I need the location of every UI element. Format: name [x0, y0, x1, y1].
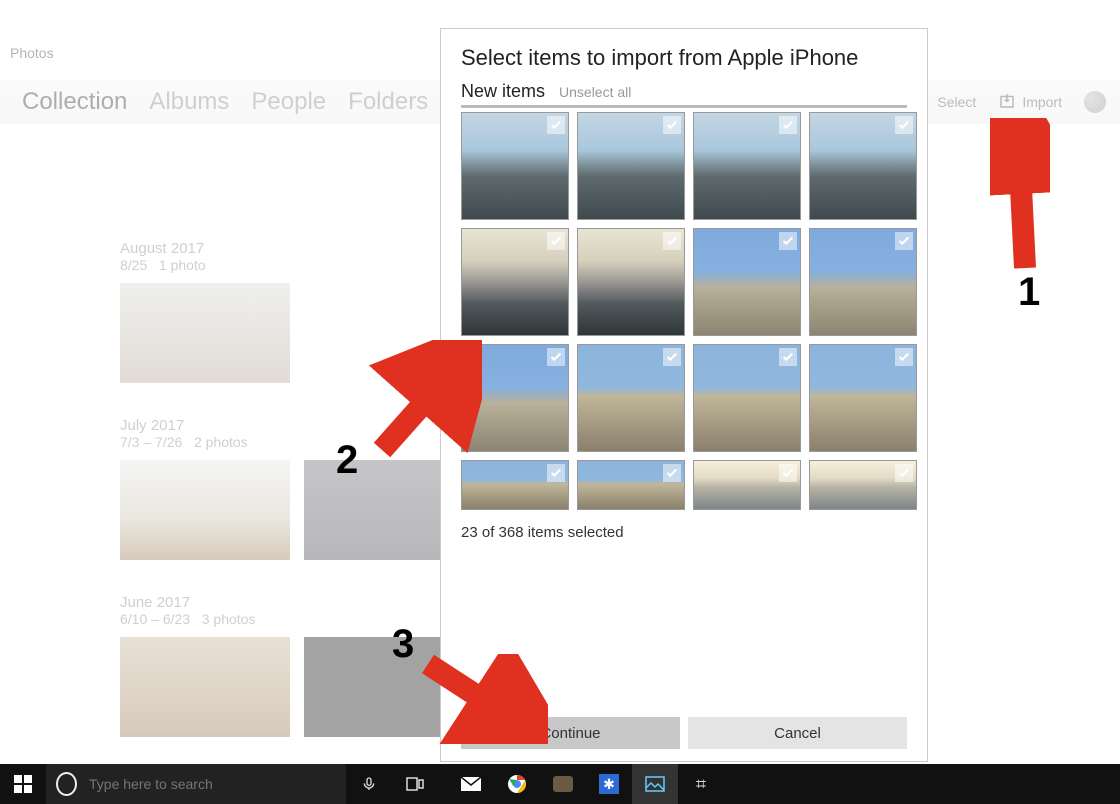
- import-thumbnail[interactable]: [693, 112, 801, 220]
- thumbnail-checkbox[interactable]: [895, 464, 913, 482]
- thumbnail-checkbox[interactable]: [547, 232, 565, 250]
- start-button[interactable]: [0, 764, 46, 804]
- cortana-icon: [56, 772, 77, 796]
- annotation-arrow-1: [990, 118, 1050, 278]
- thumbnail-checkbox[interactable]: [895, 348, 913, 366]
- chrome-app-icon[interactable]: [494, 764, 540, 804]
- thumbnail-checkbox[interactable]: [547, 116, 565, 134]
- slack-app-icon[interactable]: ⌗: [678, 764, 724, 804]
- new-items-label: New items: [461, 81, 545, 102]
- import-thumbnail[interactable]: [577, 460, 685, 510]
- section-divider: [461, 105, 907, 108]
- import-thumbnail[interactable]: [809, 344, 917, 452]
- photos-app-icon[interactable]: [632, 764, 678, 804]
- import-thumbnail[interactable]: [693, 460, 801, 510]
- import-dialog: Select items to import from Apple iPhone…: [440, 28, 928, 762]
- annotation-arrow-3: [418, 654, 548, 744]
- thumbnail-checkbox[interactable]: [547, 348, 565, 366]
- thumbnail-grid: [461, 112, 907, 510]
- cancel-button[interactable]: Cancel: [688, 717, 907, 749]
- thumbnail-checkbox[interactable]: [547, 464, 565, 482]
- dialog-title: Select items to import from Apple iPhone: [461, 45, 907, 71]
- thumbnail-checkbox[interactable]: [895, 116, 913, 134]
- annotation-step-1: 1: [1018, 270, 1040, 315]
- thumbnail-checkbox[interactable]: [779, 232, 797, 250]
- thumbnail-checkbox[interactable]: [779, 348, 797, 366]
- thumbnail-checkbox[interactable]: [663, 232, 681, 250]
- annotation-arrow-2: [362, 340, 482, 460]
- mail-app-icon[interactable]: [448, 764, 494, 804]
- import-thumbnail[interactable]: [693, 228, 801, 336]
- import-thumbnail[interactable]: [577, 344, 685, 452]
- taskbar-search[interactable]: [46, 764, 346, 804]
- unselect-all-link[interactable]: Unselect all: [559, 84, 631, 100]
- import-thumbnail[interactable]: [577, 228, 685, 336]
- import-thumbnail[interactable]: [461, 460, 569, 510]
- task-view-icon[interactable]: [392, 764, 438, 804]
- thumbnail-checkbox[interactable]: [663, 116, 681, 134]
- import-thumbnail[interactable]: [577, 112, 685, 220]
- taskbar: ✱ ⌗: [0, 764, 1120, 804]
- import-thumbnail[interactable]: [461, 228, 569, 336]
- import-thumbnail[interactable]: [461, 112, 569, 220]
- thumbnail-checkbox[interactable]: [663, 348, 681, 366]
- gimp-app-icon[interactable]: [540, 764, 586, 804]
- import-thumbnail[interactable]: [693, 344, 801, 452]
- import-thumbnail[interactable]: [809, 228, 917, 336]
- thumbnail-checkbox[interactable]: [895, 232, 913, 250]
- import-thumbnail[interactable]: [809, 112, 917, 220]
- annotation-step-3: 3: [392, 622, 414, 667]
- import-thumbnail[interactable]: [809, 460, 917, 510]
- search-input[interactable]: [87, 775, 346, 793]
- thumbnail-checkbox[interactable]: [663, 464, 681, 482]
- annotation-step-2: 2: [336, 438, 358, 483]
- mic-icon[interactable]: [346, 764, 392, 804]
- settings-app-icon[interactable]: ✱: [586, 764, 632, 804]
- thumbnail-checkbox[interactable]: [779, 116, 797, 134]
- selected-count: 23 of 368 items selected: [461, 524, 907, 541]
- thumbnail-checkbox[interactable]: [779, 464, 797, 482]
